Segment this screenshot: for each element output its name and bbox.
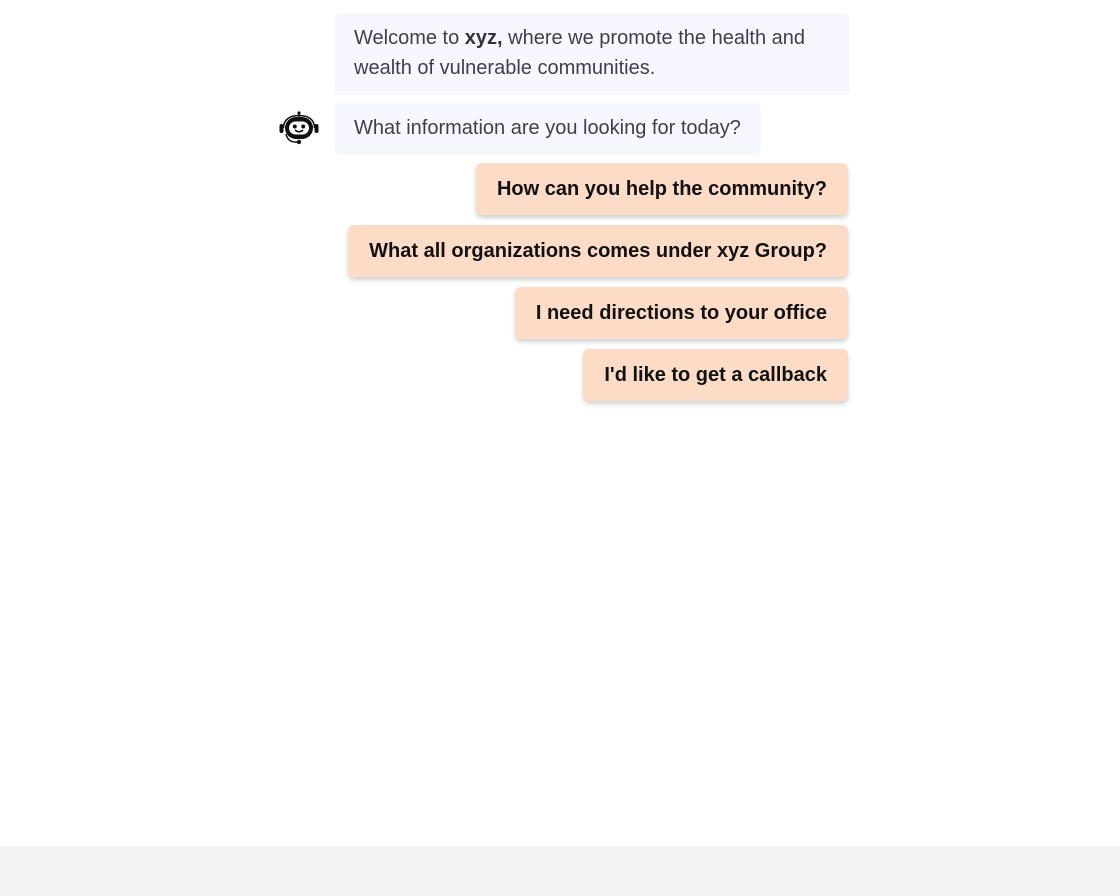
input-footer-bar (0, 846, 1120, 896)
robot-headset-icon (278, 111, 320, 147)
suggestion-button-help-community[interactable]: How can you help the community? (475, 163, 848, 215)
brand-name: xyz, (464, 27, 503, 49)
welcome-prefix: Welcome to (354, 27, 465, 49)
suggestion-button-organizations[interactable]: What all organizations comes under xyz G… (348, 225, 848, 277)
chat-area: Welcome to xyz, where we promote the hea… (0, 0, 1120, 846)
welcome-message: Welcome to xyz, where we promote the hea… (334, 13, 850, 95)
suggestion-button-directions[interactable]: I need directions to your office (514, 287, 848, 339)
question-message: What information are you looking for tod… (334, 103, 761, 155)
suggestion-button-callback[interactable]: I'd like to get a callback (583, 349, 848, 401)
